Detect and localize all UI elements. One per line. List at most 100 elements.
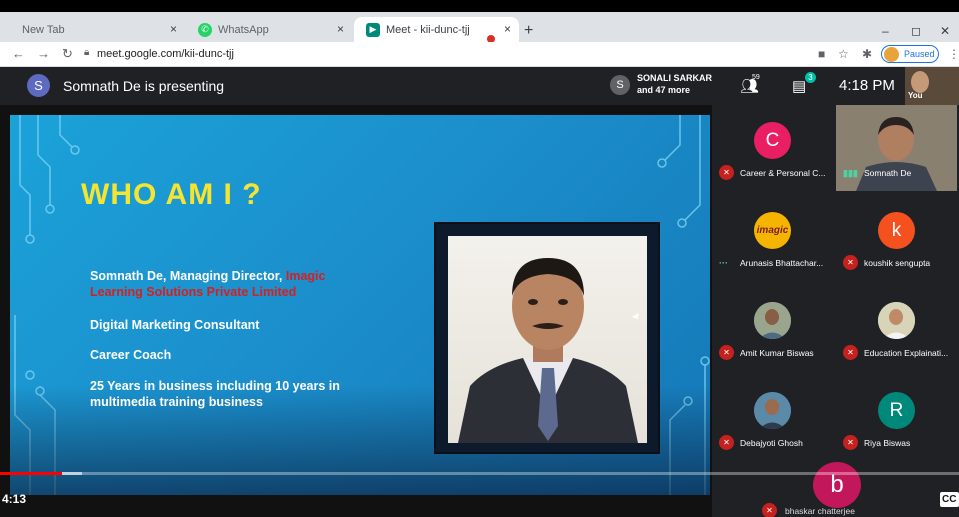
menu-kebab-icon[interactable]: ⋮ — [948, 47, 959, 61]
participant-tile[interactable]: ✕ Education Explainati... — [836, 285, 957, 371]
clock: 4:18 PM — [839, 77, 895, 94]
url-field[interactable]: meet.google.com/kii-dunc-tjj — [97, 48, 234, 60]
new-tab-button[interactable]: + — [524, 22, 533, 40]
slide-line-1: Somnath De, Managing Director, Imagic — [90, 268, 325, 284]
slide-line-5: 25 Years in business including 10 years … — [90, 379, 340, 393]
avatar: k — [878, 212, 915, 249]
participant-count: 59 — [752, 74, 760, 81]
reload-icon[interactable]: ↻ — [62, 46, 73, 62]
mic-off-icon: ✕ — [719, 435, 734, 450]
self-label: You — [908, 91, 923, 100]
avatar: R — [878, 392, 915, 429]
self-view-tile[interactable]: You — [905, 67, 959, 105]
screen: New Tab × ✆ WhatsApp × ▶ Meet - kii-dunc… — [0, 0, 959, 517]
participant-name: koushik sengupta — [864, 258, 931, 268]
slide-line-4: Career Coach — [90, 348, 172, 362]
avatar-photo — [754, 302, 791, 339]
video-timecode: 4:13 — [2, 492, 27, 506]
forward-arrow-icon[interactable]: → — [37, 46, 50, 61]
lock-icon: 🔒︎ — [84, 47, 90, 58]
participant-name: Somnath De — [864, 168, 912, 178]
video-progress-bar[interactable] — [0, 472, 959, 475]
profile-status: Paused — [904, 49, 935, 59]
avatar-photo — [878, 302, 915, 339]
portrait-photo — [448, 236, 647, 443]
back-arrow-icon[interactable]: ← — [12, 46, 25, 61]
self-video — [911, 71, 929, 93]
participant-name: Career & Personal C... — [740, 168, 826, 178]
participant-name: Arunasis Bhattachar... — [740, 258, 824, 268]
tab-label: WhatsApp — [218, 23, 269, 36]
participant-tile[interactable]: R ✕ Riya Biswas — [836, 375, 957, 461]
avatar: C — [754, 122, 791, 159]
chat-icon[interactable]: ▤ — [792, 77, 806, 95]
avatar[interactable]: b — [813, 462, 861, 508]
participant-tile[interactable]: ✕ Amit Kumar Biswas — [712, 285, 833, 371]
avatar — [754, 392, 791, 429]
slide-company-name: Imagic — [285, 269, 326, 283]
mic-off-icon: ✕ — [719, 345, 734, 360]
presenting-banner: Somnath De is presenting — [63, 78, 225, 94]
avatar: imagic — [754, 212, 791, 249]
mic-off-icon: ✕ — [719, 165, 734, 180]
slide-title: WHO AM I ? — [81, 178, 262, 211]
slide-line-6: multimedia training business — [90, 395, 263, 409]
close-icon[interactable]: × — [170, 22, 177, 36]
mic-off-icon: ✕ — [762, 503, 777, 517]
bookmark-star-icon[interactable]: ☆ — [838, 47, 849, 61]
slide-line-3: Digital Marketing Consultant — [90, 318, 260, 332]
chat-badge: 3 — [805, 72, 816, 83]
captions-button[interactable]: CC — [940, 492, 959, 507]
tab-label: Meet - kii-dunc-tjj — [386, 23, 470, 36]
participant-name: Riya Biswas — [864, 438, 911, 448]
meet-header: S Somnath De is presenting S SONALI SARK… — [0, 67, 959, 105]
participant-name: Amit Kumar Biswas — [740, 348, 814, 358]
tab-label: New Tab — [22, 23, 65, 36]
participant-name: bhaskar chatterjee — [785, 506, 855, 516]
participant-name: Debajyoti Ghosh — [740, 438, 803, 448]
avatar — [878, 302, 915, 339]
progress-played — [0, 472, 62, 475]
participant-name: Education Explainati... — [864, 348, 949, 358]
speaker-avatar: S — [610, 75, 630, 95]
maximize-button[interactable]: ◻ — [911, 24, 921, 38]
participant-tile[interactable]: C ✕ Career & Personal C... — [712, 105, 833, 191]
speaking-indicator-icon: ··· — [719, 258, 728, 268]
avatar — [754, 302, 791, 339]
mic-off-icon: ✕ — [843, 435, 858, 450]
mic-off-icon: ✕ — [843, 255, 858, 270]
close-icon[interactable]: × — [504, 22, 511, 36]
participant-tile[interactable]: ▮▮▮ Somnath De — [836, 105, 957, 191]
portrait-figure — [458, 258, 638, 443]
presentation-slide: WHO AM I ? Somnath De, Managing Director… — [10, 115, 710, 495]
participant-tile[interactable]: imagic ··· Arunasis Bhattachar... — [712, 195, 833, 281]
meet-icon: ▶ — [366, 22, 380, 37]
profile-paused-button[interactable]: Paused — [881, 45, 939, 63]
speaker-name-line2: and 47 more — [637, 85, 691, 95]
whatsapp-icon: ✆ — [198, 22, 212, 37]
address-bar-row: ← → ↻ 🔒︎ meet.google.com/kii-dunc-tjj ■ … — [0, 42, 959, 67]
extensions-icon[interactable]: ✱ — [862, 47, 872, 61]
participant-tile[interactable]: ✕ Debajyoti Ghosh — [712, 375, 833, 461]
portrait-frame — [434, 222, 660, 454]
presenter-avatar: S — [27, 74, 50, 97]
participant-tile[interactable]: k ✕ koushik sengupta — [836, 195, 957, 281]
avatar-photo — [754, 392, 791, 429]
presentation-area: WHO AM I ? Somnath De, Managing Director… — [0, 105, 712, 517]
close-window-button[interactable]: ✕ — [940, 24, 950, 38]
speaker-name-line1: SONALI SARKAR — [637, 73, 713, 83]
video-letterbox-top — [0, 0, 959, 12]
slide-text: Somnath De, Managing Director, — [90, 269, 286, 283]
browser-tab-bar: New Tab × ✆ WhatsApp × ▶ Meet - kii-dunc… — [0, 12, 959, 43]
tab-whatsapp[interactable]: ✆ WhatsApp × — [186, 17, 352, 42]
camera-icon[interactable]: ■ — [818, 47, 825, 61]
avatar — [884, 47, 899, 62]
slide-line-2: Learning Solutions Private Limited — [90, 285, 297, 299]
tab-new-tab[interactable]: New Tab × — [10, 17, 185, 42]
minimize-button[interactable]: – — [882, 24, 889, 38]
mic-off-icon: ✕ — [843, 345, 858, 360]
speaker-name: SONALI SARKAR and 47 more — [637, 72, 712, 96]
speaking-indicator-icon: ▮▮▮ — [843, 168, 858, 178]
participant-grid: C ✕ Career & Personal C... ▮▮▮ Somnath D… — [712, 105, 959, 517]
close-icon[interactable]: × — [337, 22, 344, 36]
